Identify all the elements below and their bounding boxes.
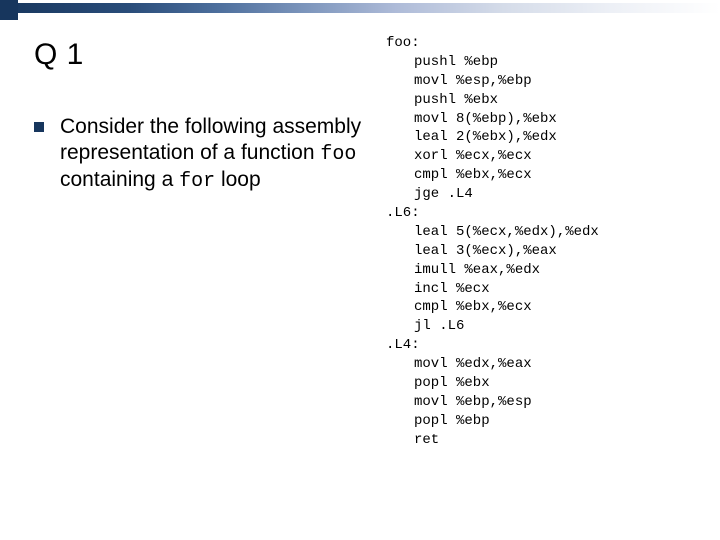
code-foo: foo: [320, 143, 356, 166]
asm-instruction-line: incl %ecx: [414, 280, 599, 299]
accent-gradient-bar: [0, 3, 720, 13]
asm-label-line: .L4:: [386, 336, 599, 355]
content-columns: Consider the following assembly represen…: [34, 112, 720, 194]
asm-instruction-line: popl %ebp: [414, 412, 599, 431]
asm-label-line: .L6:: [386, 204, 599, 223]
asm-instruction-line: imull %eax,%edx: [414, 261, 599, 280]
slide-title: Q 1: [34, 38, 720, 72]
assembly-listing: foo:pushl %ebpmovl %esp,%ebppushl %ebxmo…: [386, 34, 599, 450]
asm-instruction-line: movl %esp,%ebp: [414, 72, 599, 91]
asm-instruction-line: popl %ebx: [414, 374, 599, 393]
accent-square: [0, 0, 18, 20]
asm-instruction-line: movl 8(%ebp),%ebx: [414, 110, 599, 129]
asm-instruction-line: cmpl %ebx,%ecx: [414, 166, 599, 185]
asm-instruction-line: movl %ebp,%esp: [414, 393, 599, 412]
bullet-item: Consider the following assembly represen…: [34, 114, 384, 194]
prompt-text: Consider the following assembly represen…: [60, 114, 384, 194]
asm-instruction-line: leal 5(%ecx,%edx),%edx: [414, 223, 599, 242]
prompt-column: Consider the following assembly represen…: [34, 112, 384, 194]
asm-label-line: foo:: [386, 34, 599, 53]
asm-instruction-line: xorl %ecx,%ecx: [414, 147, 599, 166]
asm-instruction-line: jge .L4: [414, 185, 599, 204]
asm-instruction-line: jl .L6: [414, 317, 599, 336]
asm-instruction-line: leal 2(%ebx),%edx: [414, 128, 599, 147]
slide-top-accent: [0, 0, 720, 10]
asm-instruction-line: cmpl %ebx,%ecx: [414, 298, 599, 317]
square-bullet-icon: [34, 122, 44, 132]
asm-instruction-line: pushl %ebx: [414, 91, 599, 110]
slide-content: Q 1 Consider the following assembly repr…: [0, 20, 720, 540]
prompt-part-1: Consider the following assembly represen…: [60, 115, 361, 164]
asm-instruction-line: leal 3(%ecx),%eax: [414, 242, 599, 261]
asm-instruction-line: pushl %ebp: [414, 53, 599, 72]
prompt-part-2: containing a: [60, 168, 179, 191]
prompt-part-3: loop: [215, 168, 261, 191]
code-for: for: [179, 170, 215, 193]
asm-instruction-line: movl %edx,%eax: [414, 355, 599, 374]
asm-instruction-line: ret: [414, 431, 599, 450]
